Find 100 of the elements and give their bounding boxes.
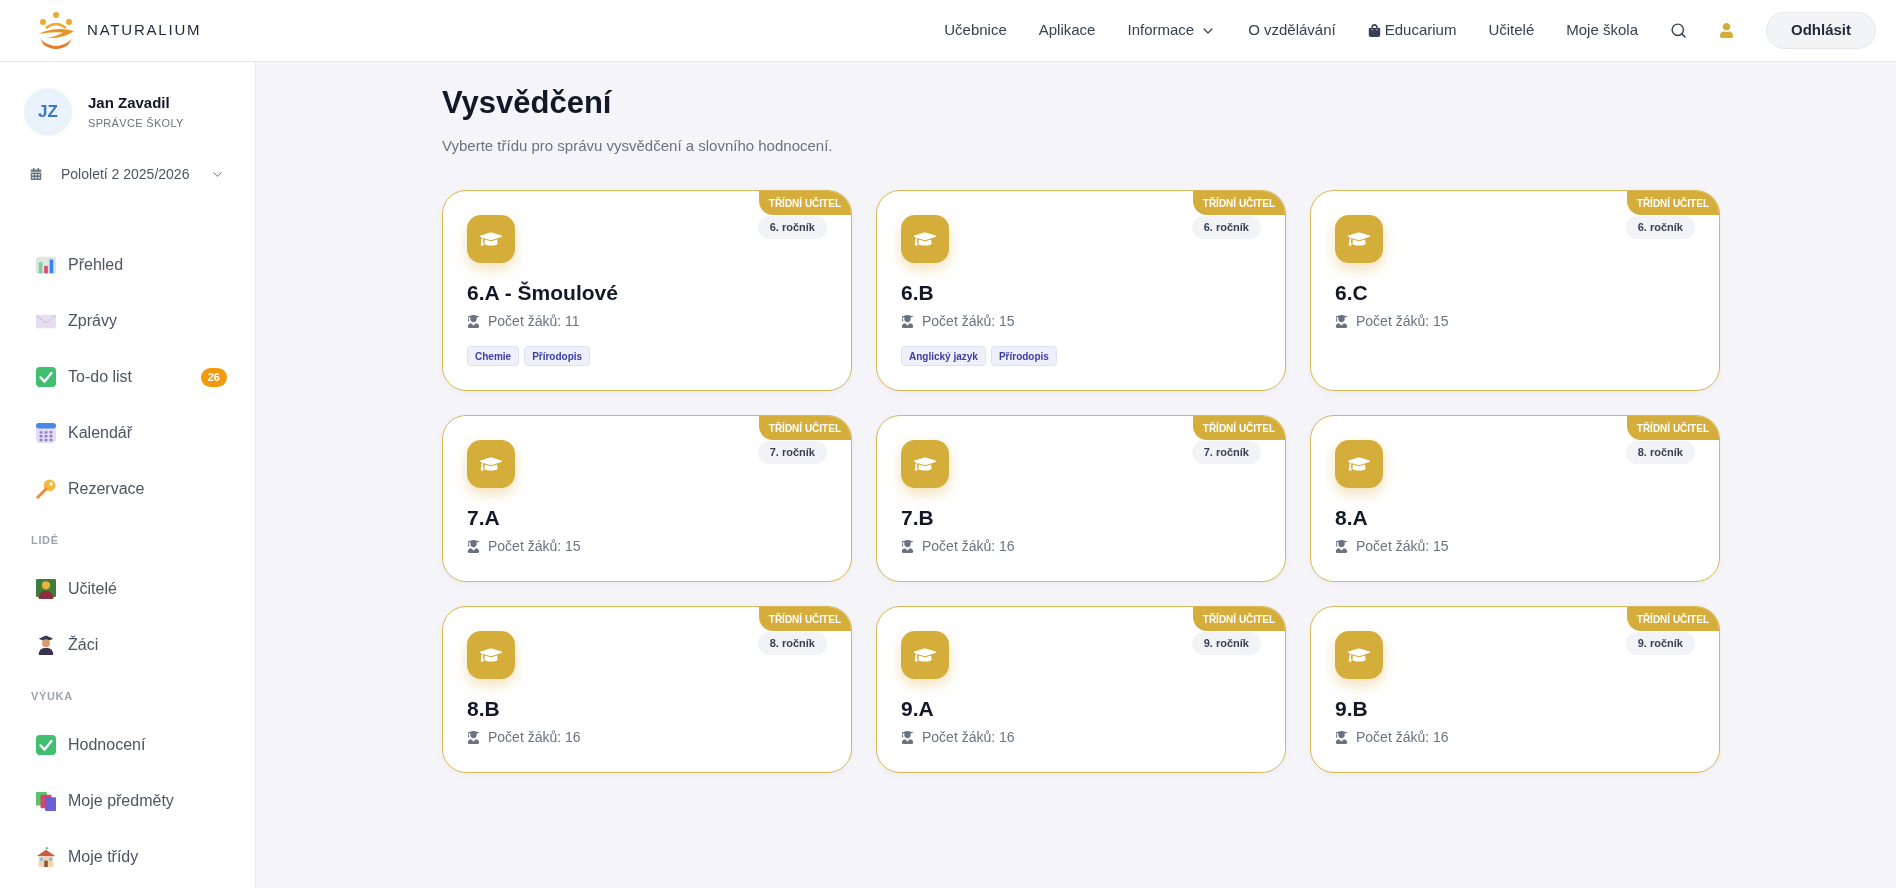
class-name: 8.A <box>1335 505 1369 531</box>
class-name: 8.B <box>467 696 501 722</box>
sidebar-item[interactable]: To-do list 26 <box>0 349 255 405</box>
role-badge: TŘÍDNÍ UČITEL <box>758 191 851 215</box>
count-badge: 26 <box>200 367 227 387</box>
class-card[interactable]: TŘÍDNÍ UČITEL 6. ročník 6.A - Šmoulové Počet žáků: 11 Chemie Přírodopis <box>442 190 852 391</box>
student-count: Počet žáků: 16 <box>488 727 581 747</box>
grade-badge: 7. ročník <box>757 441 827 464</box>
graduation-cap-icon <box>1335 631 1383 679</box>
sidebar-item[interactable]: Žáci <box>0 617 255 673</box>
class-card[interactable]: TŘÍDNÍ UČITEL 7. ročník 7.B Počet žáků: 16 <box>876 415 1286 582</box>
subject-tag: Přírodopis <box>524 346 591 366</box>
bar-chart-icon <box>36 255 56 275</box>
teacher-icon <box>36 579 56 599</box>
section-heading: VÝUKA <box>31 688 73 704</box>
student-icon <box>901 539 914 553</box>
class-name: 9.A <box>901 696 935 722</box>
role-badge: TŘÍDNÍ UČITEL <box>1192 416 1285 440</box>
student-count: Počet žáků: 15 <box>1356 536 1449 556</box>
nav-link[interactable]: Aplikace <box>1038 19 1096 42</box>
student-count: Počet žáků: 16 <box>1356 727 1449 747</box>
grade-badge: 9. ročník <box>1191 632 1261 655</box>
graduation-cap-icon <box>467 215 515 263</box>
user-icon[interactable] <box>1719 23 1734 38</box>
class-name: 6.A - Šmoulové <box>467 280 619 306</box>
class-name: 7.A <box>467 505 501 531</box>
search-icon[interactable] <box>1670 22 1687 39</box>
sidebar-item[interactable]: Moje předměty <box>0 773 255 829</box>
grade-badge: 8. ročník <box>1625 441 1695 464</box>
student-icon <box>1335 314 1348 328</box>
nav-dropdown[interactable]: Informace <box>1127 19 1217 42</box>
user-name: Jan Zavadil <box>88 93 171 113</box>
graduation-cap-icon <box>901 215 949 263</box>
class-card[interactable]: TŘÍDNÍ UČITEL 8. ročník 8.A Počet žáků: 15 <box>1310 415 1720 582</box>
role-badge: TŘÍDNÍ UČITEL <box>1626 607 1719 631</box>
sidebar-item[interactable]: Kalendář <box>0 405 255 461</box>
class-name: 9.B <box>1335 696 1369 722</box>
section-heading: LIDÉ <box>31 532 59 548</box>
nav-link[interactable]: Učebnice <box>944 19 1007 42</box>
logo-text[interactable]: NATURALIUM <box>87 19 202 42</box>
books-icon <box>36 791 56 811</box>
graduation-cap-icon <box>901 440 949 488</box>
class-card[interactable]: TŘÍDNÍ UČITEL 8. ročník 8.B Počet žáků: 16 <box>442 606 852 773</box>
term-selector[interactable]: Pololetí 2 2025/2026 <box>18 160 237 188</box>
student-count: Počet žáků: 15 <box>922 311 1015 331</box>
student-icon <box>1335 539 1348 553</box>
class-card[interactable]: TŘÍDNÍ UČITEL 9. ročník 9.B Počet žáků: 16 <box>1310 606 1720 773</box>
student-count: Počet žáků: 16 <box>922 727 1015 747</box>
graduation-cap-icon <box>467 631 515 679</box>
role-badge: TŘÍDNÍ UČITEL <box>1192 191 1285 215</box>
class-name: 6.B <box>901 280 935 306</box>
sidebar-item[interactable]: Hodnocení <box>0 717 255 773</box>
grade-badge: 8. ročník <box>757 632 827 655</box>
role-badge: TŘÍDNÍ UČITEL <box>758 607 851 631</box>
sidebar-item[interactable]: Moje třídy <box>0 829 255 885</box>
class-card[interactable]: TŘÍDNÍ UČITEL 6. ročník 6.B Počet žáků: 15 Anglický jazyk Přírodopis <box>876 190 1286 391</box>
student-icon <box>1335 730 1348 744</box>
student-count: Počet žáků: 15 <box>488 536 581 556</box>
grade-badge: 7. ročník <box>1191 441 1261 464</box>
nav-link[interactable]: O vzdělávání <box>1248 19 1336 42</box>
student-icon <box>36 635 56 655</box>
calendar-icon <box>30 168 42 180</box>
student-icon <box>467 539 480 553</box>
sidebar-item[interactable]: Přehled <box>0 237 255 293</box>
page-subtitle: Vyberte třídu pro správu vysvědčení a slovního hodnocení. <box>442 136 834 156</box>
student-count: Počet žáků: 11 <box>488 311 580 331</box>
shopping-bag-icon <box>1367 24 1381 37</box>
class-card[interactable]: TŘÍDNÍ UČITEL 9. ročník 9.A Počet žáků: 16 <box>876 606 1286 773</box>
graduation-cap-icon <box>901 631 949 679</box>
role-badge: TŘÍDNÍ UČITEL <box>1192 607 1285 631</box>
student-count: Počet žáků: 16 <box>922 536 1015 556</box>
graduation-cap-icon <box>467 440 515 488</box>
grade-badge: 6. ročník <box>1625 216 1695 239</box>
page-title: Vysvědčení <box>442 84 613 122</box>
nav-link[interactable]: Educarium <box>1367 19 1457 42</box>
logout-button[interactable]: Odhlásit <box>1766 12 1876 49</box>
student-icon <box>467 314 480 328</box>
student-count: Počet žáků: 15 <box>1356 311 1449 331</box>
school-icon <box>36 847 56 867</box>
subject-tag: Přírodopis <box>990 346 1057 366</box>
grade-badge: 6. ročník <box>1191 216 1261 239</box>
sidebar-item[interactable]: Rezervace <box>0 461 255 517</box>
class-card[interactable]: TŘÍDNÍ UČITEL 7. ročník 7.A Počet žáků: 15 <box>442 415 852 582</box>
calendar-icon <box>36 423 56 443</box>
student-icon <box>901 730 914 744</box>
grade-badge: 9. ročník <box>1625 632 1695 655</box>
nav-link[interactable]: Moje škola <box>1566 19 1638 42</box>
class-name: 7.B <box>901 505 935 531</box>
class-card[interactable]: TŘÍDNÍ UČITEL 6. ročník 6.C Počet žáků: 15 <box>1310 190 1720 391</box>
role-badge: TŘÍDNÍ UČITEL <box>758 416 851 440</box>
student-icon <box>901 314 914 328</box>
nav-link[interactable]: Učitelé <box>1488 19 1535 42</box>
student-icon <box>467 730 480 744</box>
graduation-cap-icon <box>1335 215 1383 263</box>
role-badge: TŘÍDNÍ UČITEL <box>1626 416 1719 440</box>
user-role: SPRÁVCE ŠKOLY <box>88 116 184 131</box>
check-icon <box>36 735 56 755</box>
role-badge: TŘÍDNÍ UČITEL <box>1626 191 1719 215</box>
sidebar-item[interactable]: Zprávy <box>0 293 255 349</box>
sidebar-item[interactable]: Učitelé <box>0 561 255 617</box>
